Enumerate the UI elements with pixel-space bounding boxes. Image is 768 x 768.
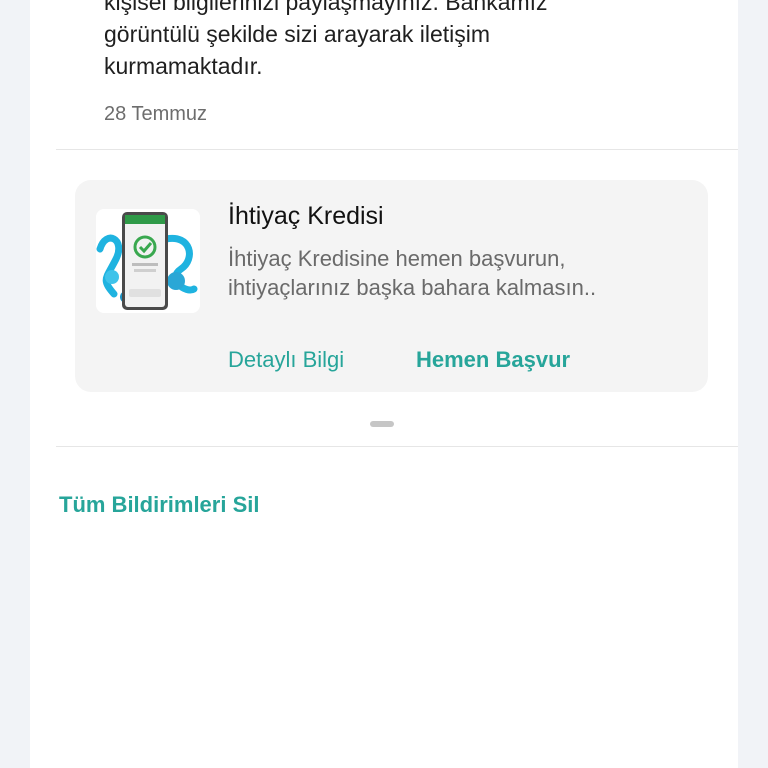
carousel-page-indicator (370, 421, 394, 427)
notification-date: 28 Temmuz (104, 103, 208, 125)
campaign-card[interactable]: İhtiyaç Kredisi İhtiyaç Kredisine hemen … (75, 180, 708, 392)
divider (56, 149, 738, 150)
campaign-description-line: ihtiyaçlarınız başka bahara kalmasın.. (228, 275, 597, 300)
loan-app-illustration-icon (96, 209, 200, 313)
notification-text-line: kişisel bilgilerinizi paylaşmayınız. Ban… (104, 0, 548, 15)
campaign-title: İhtiyaç Kredisi (228, 202, 384, 230)
notification-text-line: kurmamaktadır. (104, 53, 263, 79)
detail-info-link[interactable]: Detaylı Bilgi (228, 347, 344, 373)
delete-all-notifications-button[interactable]: Tüm Bildirimleri Sil (59, 492, 259, 518)
divider (56, 446, 738, 447)
notification-text-line: görüntülü şekilde sizi arayarak iletişim (104, 21, 491, 47)
campaign-description: İhtiyaç Kredisine hemen başvurun, ihtiya… (228, 244, 698, 302)
notification-message: kişisel bilgilerinizi paylaşmayınız. Ban… (104, 0, 704, 82)
apply-now-link[interactable]: Hemen Başvur (416, 347, 570, 373)
campaign-description-line: İhtiyaç Kredisine hemen başvurun, (228, 246, 566, 271)
notifications-panel: kişisel bilgilerinizi paylaşmayınız. Ban… (30, 0, 738, 768)
